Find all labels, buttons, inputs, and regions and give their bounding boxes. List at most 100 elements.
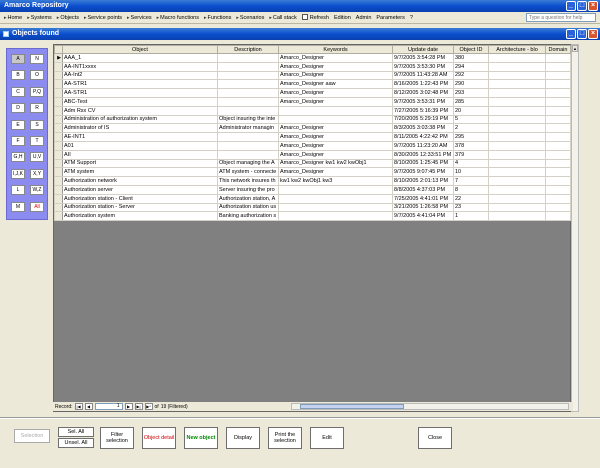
table-cell[interactable]: 5 (453, 114, 489, 125)
table-cell[interactable]: Banking authorization s (217, 211, 279, 222)
table-cell[interactable] (488, 88, 546, 98)
menu-item-objects[interactable]: ▸Objects (55, 15, 82, 21)
table-cell[interactable]: kw1 kw2 kwObj1 kw3 (278, 176, 393, 186)
table-cell[interactable]: 8/3/2005 3:03:38 PM (392, 123, 454, 134)
row-selector[interactable] (54, 105, 63, 116)
table-cell[interactable]: 380 (453, 53, 489, 63)
table-cell[interactable]: 8 (453, 184, 489, 195)
table-cell[interactable]: ATM Support (62, 158, 218, 169)
menu-item-refresh[interactable]: Refresh (300, 14, 332, 21)
column-header-domain[interactable]: Domain (545, 45, 571, 54)
table-cell[interactable]: 9/7/2005 11:43:28 AM (392, 70, 454, 81)
table-cell[interactable]: 378 (453, 140, 489, 151)
menu-item-scenarios[interactable]: ▸Scenarios (234, 15, 267, 21)
table-cell[interactable]: 4 (453, 158, 489, 169)
table-row[interactable]: AE-INT1 Amarco_Designer 8/11/2005 4:22:42 … (54, 132, 571, 142)
table-row[interactable]: Administrator of IS Administrator managin… (54, 123, 571, 134)
column-header-description[interactable]: Description (217, 45, 279, 54)
table-cell[interactable]: 9/7/2005 3:53:30 PM (392, 61, 454, 72)
table-cell[interactable] (545, 96, 571, 107)
next-record-icon[interactable]: ▶ (124, 403, 133, 410)
child-close-icon[interactable]: × (588, 29, 598, 39)
menu-item-edition[interactable]: Edition (332, 15, 354, 21)
table-cell[interactable] (488, 105, 546, 116)
table-cell[interactable] (488, 140, 546, 151)
table-cell[interactable] (278, 105, 393, 116)
table-row[interactable]: Authorization station - Client Authorizat… (54, 193, 571, 204)
scroll-thumb[interactable] (300, 404, 404, 409)
letter-filter-d[interactable]: D (11, 103, 25, 114)
table-cell[interactable]: Amarco_Designer (278, 53, 393, 63)
table-cell[interactable]: Adm Rsx CV (62, 105, 218, 116)
column-header-keywords[interactable]: Keywords (278, 45, 393, 54)
table-cell[interactable]: 7/27/2005 5:16:39 PM (392, 105, 454, 116)
table-cell[interactable] (278, 193, 393, 204)
letter-filter-e[interactable]: E (11, 119, 25, 130)
table-cell[interactable]: A01 (62, 140, 218, 151)
table-cell[interactable]: Authorization station - Server (62, 202, 218, 213)
row-selector[interactable] (54, 140, 63, 151)
table-cell[interactable]: Administration of authorization system (62, 114, 218, 125)
filter-selection-button[interactable]: Filter selection (100, 427, 134, 449)
letter-filter-uv[interactable]: U,V (30, 152, 44, 163)
letter-filter-f[interactable]: F (11, 136, 25, 146)
table-cell[interactable] (217, 149, 279, 160)
print-selection-button[interactable]: Print the selection (268, 427, 302, 449)
scroll-up-icon[interactable]: ▲ (572, 45, 578, 52)
close-icon[interactable]: × (588, 1, 598, 11)
table-cell[interactable] (488, 132, 546, 142)
letter-filter-l[interactable]: L (11, 185, 25, 196)
table-row[interactable]: AA-Int2 Amarco_Designer 9/7/2005 11:43:28 … (54, 70, 571, 81)
table-cell[interactable] (488, 61, 546, 72)
table-cell[interactable]: AA-Int2 (62, 70, 218, 81)
first-record-icon[interactable]: |◀ (74, 403, 83, 410)
table-cell[interactable]: 9/7/2005 3:54:28 PM (392, 53, 454, 63)
table-cell[interactable]: Authorization network (62, 176, 218, 186)
table-cell[interactable] (545, 53, 571, 63)
menu-item-admin[interactable]: Admin (354, 15, 375, 21)
table-cell[interactable]: Amarco_Designer aaw (278, 79, 393, 90)
table-row[interactable]: ATM system ATM system - connecte Amarco_De… (54, 167, 571, 178)
table-cell[interactable] (545, 211, 571, 222)
row-selector[interactable] (54, 202, 63, 213)
table-cell[interactable] (488, 70, 546, 81)
table-cell[interactable] (545, 184, 571, 195)
letter-filter-pq[interactable]: P,Q (30, 86, 44, 97)
table-cell[interactable]: 8/12/2005 3:02:48 PM (392, 88, 454, 98)
table-cell[interactable] (278, 211, 393, 222)
table-cell[interactable]: Amarco_Designer (278, 140, 393, 151)
menu-item-services[interactable]: ▸Services (125, 15, 155, 21)
letter-filter-all[interactable]: All (30, 201, 44, 212)
table-row[interactable]: ABC-Test Amarco_Designer 9/7/2005 3:53:31 … (54, 96, 571, 107)
table-cell[interactable]: 8/10/2005 1:25:45 PM (392, 158, 454, 169)
table-cell[interactable]: ABC-Test (62, 96, 218, 107)
letter-filter-t[interactable]: T (30, 136, 44, 146)
table-cell[interactable]: Administrator managin (217, 123, 279, 134)
previous-record-icon[interactable]: ◀ (84, 403, 93, 410)
table-cell[interactable]: 7/20/2005 5:29:19 PM (392, 114, 454, 125)
table-cell[interactable] (545, 167, 571, 178)
menu-item-call-stack[interactable]: ▸Call stack (267, 15, 299, 21)
table-cell[interactable]: Amarco_Designer (278, 132, 393, 142)
table-cell[interactable]: 7 (453, 176, 489, 186)
menu-item-functions[interactable]: ▸Functions (202, 15, 234, 21)
table-cell[interactable] (217, 61, 279, 72)
row-selector[interactable] (54, 88, 63, 98)
new-record-icon[interactable]: ▶* (144, 403, 153, 410)
column-header-update-date[interactable]: Update date (392, 45, 454, 54)
letter-filter-a[interactable]: A (11, 54, 25, 64)
table-cell[interactable]: AAA_1 (62, 53, 218, 63)
table-cell[interactable]: Administrator of IS (62, 123, 218, 134)
row-selector[interactable] (54, 114, 63, 125)
letter-filter-s[interactable]: S (30, 119, 44, 130)
selection-button[interactable]: Selection (14, 429, 50, 443)
table-cell[interactable]: 23 (453, 202, 489, 213)
table-cell[interactable]: Object managing the A (217, 158, 279, 169)
table-cell[interactable] (488, 96, 546, 107)
table-cell[interactable]: Amarco_Designer kw1 kw2 kwObj1 (278, 158, 393, 169)
last-record-icon[interactable]: ▶| (134, 403, 143, 410)
new-object-button[interactable]: New object (184, 427, 218, 449)
table-cell[interactable]: AA-INT1xxxx (62, 61, 218, 72)
grid-horizontal-scrollbar[interactable] (291, 403, 569, 410)
table-cell[interactable] (278, 202, 393, 213)
